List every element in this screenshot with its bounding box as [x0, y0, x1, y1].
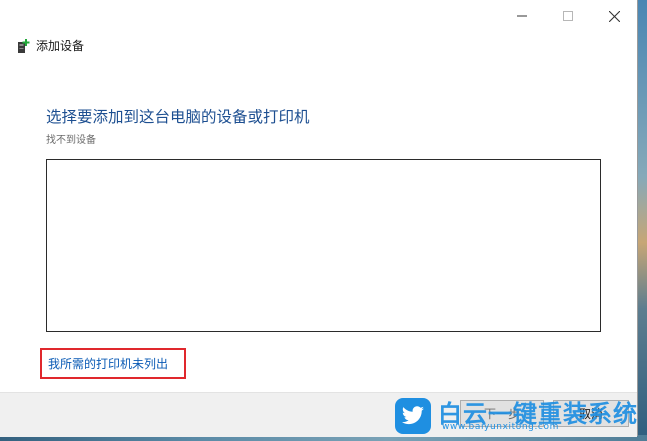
minimize-button[interactable]: [499, 0, 545, 32]
device-list[interactable]: [46, 159, 601, 332]
add-device-dialog: 添加设备 选择要添加到这台电脑的设备或打印机 找不到设备 我所需的打印机未列出 …: [0, 0, 638, 437]
maximize-icon: [563, 11, 573, 21]
cancel-button[interactable]: 取消: [553, 400, 629, 427]
minimize-icon: [517, 15, 527, 17]
dialog-footer: 下一步 取消: [0, 392, 637, 437]
dialog-header: 添加设备: [17, 38, 84, 54]
titlebar-controls: [499, 0, 637, 32]
search-status-text: 找不到设备: [46, 135, 96, 146]
desktop-background-edge: [638, 0, 647, 441]
close-button[interactable]: [591, 0, 637, 32]
dialog-title: 添加设备: [36, 39, 85, 53]
add-device-icon: [18, 39, 30, 53]
maximize-button[interactable]: [545, 0, 591, 32]
next-button[interactable]: 下一步: [460, 400, 544, 427]
printer-not-listed-link[interactable]: 我所需的打印机未列出: [48, 355, 168, 372]
printer-link-highlight: 我所需的打印机未列出: [40, 348, 186, 379]
page-heading: 选择要添加到这台电脑的设备或打印机: [46, 108, 310, 126]
close-icon: [608, 10, 620, 22]
